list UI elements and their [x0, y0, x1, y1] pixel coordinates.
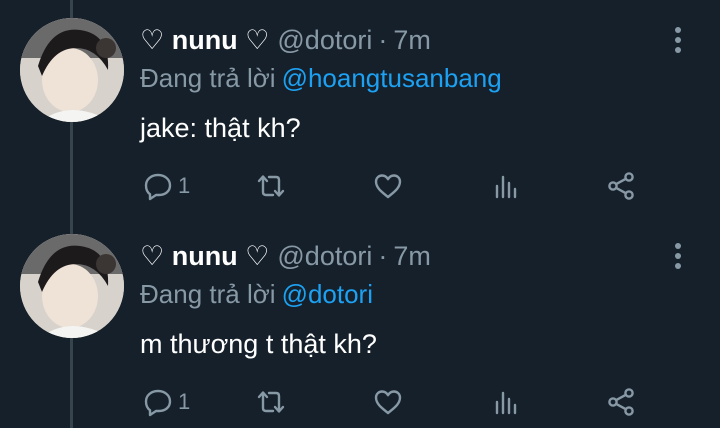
heart-icon: [374, 174, 402, 199]
display-name[interactable]: ♡ nunu ♡: [140, 22, 269, 58]
stats-button[interactable]: [490, 166, 522, 206]
replying-to-label: Đang trả lời: [140, 279, 276, 309]
replying-to: Đang trả lời @dotori: [140, 276, 373, 312]
tweet-actions: 1: [140, 166, 640, 206]
reply-button[interactable]: 1: [142, 166, 190, 206]
heart-icon: [374, 390, 402, 415]
retweet-icon: [257, 175, 285, 197]
stats-button[interactable]: [490, 382, 522, 422]
replying-to: Đang trả lời @hoangtusanbang: [140, 60, 502, 96]
user-handle[interactable]: @dotori: [277, 238, 372, 274]
share-button[interactable]: [605, 166, 637, 206]
avatar-image: [20, 18, 124, 122]
tweet-text: m thương t thật kh?: [140, 329, 377, 359]
avatar[interactable]: [20, 234, 124, 338]
separator: ·: [378, 25, 388, 55]
reply-icon: [144, 173, 172, 201]
share-icon: [608, 172, 634, 200]
tweet[interactable]: ♡ nunu ♡ @dotori · 7m Đang trả lời @dotor…: [0, 216, 720, 428]
retweet-icon: [257, 391, 285, 413]
reply-icon: [144, 389, 172, 417]
retweet-button[interactable]: [255, 382, 287, 422]
timestamp[interactable]: 7m: [393, 22, 431, 58]
tweet-text: jake: thật kh?: [140, 113, 301, 143]
reply-mention-link[interactable]: @dotori: [282, 279, 373, 309]
stats-icon: [495, 391, 517, 415]
replying-to-label: Đang trả lời: [140, 63, 276, 93]
like-button[interactable]: [372, 382, 404, 422]
share-icon: [608, 388, 634, 416]
more-options-icon[interactable]: [666, 24, 690, 56]
tweet[interactable]: ♡ nunu ♡ @dotori · 7m Đang trả lời @hoang…: [0, 0, 720, 214]
avatar-image: [20, 234, 124, 338]
reply-button[interactable]: 1: [142, 382, 190, 422]
retweet-button[interactable]: [255, 166, 287, 206]
tweet-header: ♡ nunu ♡ @dotori · 7m: [140, 238, 431, 274]
user-handle[interactable]: @dotori: [277, 22, 372, 58]
display-name[interactable]: ♡ nunu ♡: [140, 238, 269, 274]
tweet-actions: 1: [140, 382, 640, 422]
stats-icon: [495, 175, 517, 199]
reply-mention-link[interactable]: @hoangtusanbang: [282, 63, 502, 93]
separator: ·: [378, 241, 388, 271]
like-button[interactable]: [372, 166, 404, 206]
avatar[interactable]: [20, 18, 124, 122]
reply-count: 1: [178, 389, 191, 414]
share-button[interactable]: [605, 382, 637, 422]
tweet-header: ♡ nunu ♡ @dotori · 7m: [140, 22, 431, 58]
more-options-icon[interactable]: [666, 240, 690, 272]
timestamp[interactable]: 7m: [393, 238, 431, 274]
reply-count: 1: [178, 173, 191, 198]
timeline: ♡ nunu ♡ @dotori · 7m Đang trả lời @hoang…: [0, 0, 720, 428]
